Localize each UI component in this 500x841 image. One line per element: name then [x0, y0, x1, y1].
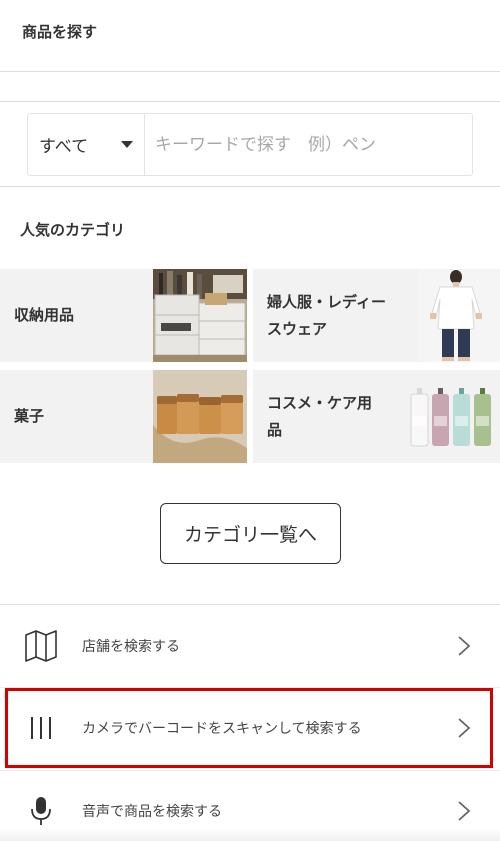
- map-icon: [22, 627, 60, 665]
- search-scope-select[interactable]: すべて: [28, 114, 145, 175]
- search-scope-value: すべて: [39, 137, 89, 157]
- search-bar: すべて: [27, 113, 473, 176]
- menu-row-barcode-scan[interactable]: カメラでバーコードをスキャンして検索する: [0, 688, 500, 768]
- category-label: 婦人服・レディー スウェア: [267, 292, 386, 338]
- search-page: 商品を探す すべて 人気のカテゴリ 収納用品: [0, 0, 500, 841]
- category-label: 菓子: [14, 407, 45, 425]
- sweets-product-image: [153, 370, 247, 463]
- category-tile-storage[interactable]: 収納用品: [0, 269, 247, 362]
- chevron-right-icon: [458, 636, 471, 656]
- chevron-right-icon: [458, 801, 471, 821]
- menu-row-label: 音声で商品を検索する: [82, 804, 222, 820]
- menu-row-label: 店舗を検索する: [82, 639, 180, 655]
- category-tile-sweets[interactable]: 菓子: [0, 370, 247, 463]
- category-tile-womens-wear[interactable]: 婦人服・レディー スウェア: [253, 269, 500, 362]
- category-tile-cosmetics[interactable]: コスメ・ケア用 品: [253, 370, 500, 463]
- category-label: 収納用品: [14, 306, 75, 324]
- cosmetics-product-image: [405, 370, 500, 463]
- bottom-shadow: [0, 828, 500, 841]
- storage-product-image: [153, 269, 247, 362]
- womens-wear-product-image: [418, 269, 500, 362]
- find-products-title: 商品を探す: [22, 23, 98, 41]
- divider: [0, 186, 500, 187]
- menu-row-store-search[interactable]: 店舗を検索する: [0, 606, 500, 686]
- divider: [0, 71, 500, 72]
- microphone-icon: [22, 792, 60, 830]
- chevron-right-icon: [458, 718, 471, 738]
- menu-row-label: カメラでバーコードをスキャンして検索する: [82, 721, 362, 737]
- divider: [0, 101, 500, 102]
- barcode-icon: [22, 709, 60, 747]
- category-label: コスメ・ケア用 品: [267, 393, 373, 439]
- popular-categories-title: 人気のカテゴリ: [20, 221, 126, 239]
- caret-down-icon: [121, 141, 133, 148]
- search-input[interactable]: [145, 114, 472, 175]
- divider: [0, 604, 500, 605]
- category-list-button[interactable]: カテゴリ一覧へ: [160, 503, 341, 564]
